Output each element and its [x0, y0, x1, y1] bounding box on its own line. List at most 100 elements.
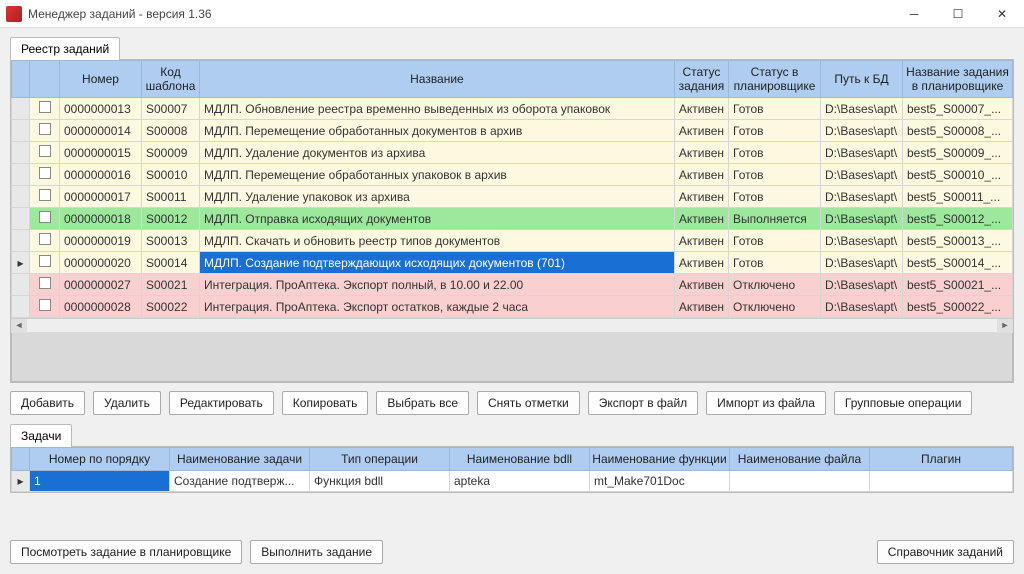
row-checkbox[interactable]: [39, 277, 51, 289]
table-row[interactable]: 0000000017S00011МДЛП. Удаление упаковок …: [12, 186, 1013, 208]
cell[interactable]: Выполняется: [729, 208, 821, 230]
copy-button[interactable]: Копировать: [282, 391, 369, 415]
cell[interactable]: best5_S00009_...: [903, 142, 1013, 164]
row-checkbox[interactable]: [39, 123, 51, 135]
cell[interactable]: D:\Bases\apt\: [821, 164, 903, 186]
cell[interactable]: S00008: [142, 120, 200, 142]
cell[interactable]: apteka: [450, 471, 590, 492]
cell[interactable]: S00021: [142, 274, 200, 296]
edit-button[interactable]: Редактировать: [169, 391, 274, 415]
table-row[interactable]: 0000000027S00021Интеграция. ПроАптека. Э…: [12, 274, 1013, 296]
cell[interactable]: 0000000027: [60, 274, 142, 296]
tasks-grid[interactable]: Номер по порядкуНаименование задачиТип о…: [11, 447, 1013, 492]
cell[interactable]: Отключено: [729, 296, 821, 318]
cell[interactable]: 0000000014: [60, 120, 142, 142]
clear-marks-button[interactable]: Снять отметки: [477, 391, 580, 415]
cell[interactable]: S00010: [142, 164, 200, 186]
cell[interactable]: Готов: [729, 142, 821, 164]
cell[interactable]: D:\Bases\apt\: [821, 142, 903, 164]
row-checkbox[interactable]: [39, 167, 51, 179]
group-ops-button[interactable]: Групповые операции: [834, 391, 973, 415]
registry-col-header[interactable]: [30, 61, 60, 98]
cell[interactable]: Функция bdll: [310, 471, 450, 492]
row-checkbox[interactable]: [39, 233, 51, 245]
table-row[interactable]: 0000000016S00010МДЛП. Перемещение обрабо…: [12, 164, 1013, 186]
cell[interactable]: Активен: [674, 252, 728, 274]
registry-col-header[interactable]: Статус в планировщике: [729, 61, 821, 98]
tab-registry[interactable]: Реестр заданий: [10, 37, 120, 60]
cell[interactable]: D:\Bases\apt\: [821, 120, 903, 142]
cell[interactable]: D:\Bases\apt\: [821, 296, 903, 318]
cell[interactable]: 0000000019: [60, 230, 142, 252]
cell[interactable]: S00012: [142, 208, 200, 230]
cell[interactable]: S00007: [142, 98, 200, 120]
cell[interactable]: best5_S00012_...: [903, 208, 1013, 230]
cell[interactable]: best5_S00021_...: [903, 274, 1013, 296]
row-checkbox[interactable]: [39, 145, 51, 157]
tasks-col-header[interactable]: Номер по порядку: [30, 448, 170, 471]
cell[interactable]: Готов: [729, 98, 821, 120]
table-row[interactable]: 0000000028S00022Интеграция. ПроАптека. Э…: [12, 296, 1013, 318]
cell[interactable]: best5_S00011_...: [903, 186, 1013, 208]
cell[interactable]: МДЛП. Обновление реестра временно выведе…: [200, 98, 675, 120]
select-all-button[interactable]: Выбрать все: [376, 391, 469, 415]
cell[interactable]: Готов: [729, 120, 821, 142]
cell[interactable]: 0000000015: [60, 142, 142, 164]
registry-col-header[interactable]: Номер: [60, 61, 142, 98]
cell[interactable]: S00009: [142, 142, 200, 164]
cell[interactable]: Готов: [729, 164, 821, 186]
table-row[interactable]: ▸0000000020S00014МДЛП. Создание подтверж…: [12, 252, 1013, 274]
registry-col-header[interactable]: Статус задания: [674, 61, 728, 98]
cell[interactable]: 1: [30, 471, 170, 492]
row-checkbox[interactable]: [39, 189, 51, 201]
cell[interactable]: best5_S00013_...: [903, 230, 1013, 252]
cell[interactable]: МДЛП. Удаление документов из архива: [200, 142, 675, 164]
import-file-button[interactable]: Импорт из файла: [706, 391, 826, 415]
cell[interactable]: S00011: [142, 186, 200, 208]
cell[interactable]: S00022: [142, 296, 200, 318]
cell[interactable]: Готов: [729, 186, 821, 208]
add-button[interactable]: Добавить: [10, 391, 85, 415]
cell[interactable]: Отключено: [729, 274, 821, 296]
cell[interactable]: best5_S00010_...: [903, 164, 1013, 186]
row-checkbox[interactable]: [39, 211, 51, 223]
cell[interactable]: МДЛП. Создание подтверждающих исходящих …: [200, 252, 675, 274]
cell[interactable]: best5_S00008_...: [903, 120, 1013, 142]
tasks-col-header[interactable]: Наименование задачи: [170, 448, 310, 471]
maximize-button[interactable]: ☐: [936, 0, 980, 28]
cell[interactable]: Создание подтверж...: [170, 471, 310, 492]
export-file-button[interactable]: Экспорт в файл: [588, 391, 698, 415]
scroll-right-icon[interactable]: ►: [997, 319, 1013, 333]
row-checkbox[interactable]: [39, 255, 51, 267]
close-button[interactable]: ✕: [980, 0, 1024, 28]
cell[interactable]: 0000000013: [60, 98, 142, 120]
cell[interactable]: Интеграция. ПроАптека. Экспорт остатков,…: [200, 296, 675, 318]
task-reference-button[interactable]: Справочник заданий: [877, 540, 1014, 564]
cell[interactable]: [870, 471, 1013, 492]
tab-tasks[interactable]: Задачи: [10, 424, 72, 447]
cell[interactable]: S00014: [142, 252, 200, 274]
table-row[interactable]: 0000000015S00009МДЛП. Удаление документо…: [12, 142, 1013, 164]
table-row[interactable]: 0000000013S00007МДЛП. Обновление реестра…: [12, 98, 1013, 120]
cell[interactable]: МДЛП. Перемещение обработанных упаковок …: [200, 164, 675, 186]
horizontal-scrollbar[interactable]: ◄ ►: [11, 318, 1013, 332]
cell[interactable]: Активен: [674, 142, 728, 164]
cell[interactable]: Активен: [674, 296, 728, 318]
view-in-scheduler-button[interactable]: Посмотреть задание в планировщике: [10, 540, 242, 564]
cell[interactable]: 0000000020: [60, 252, 142, 274]
cell[interactable]: Активен: [674, 230, 728, 252]
cell[interactable]: МДЛП. Перемещение обработанных документо…: [200, 120, 675, 142]
run-task-button[interactable]: Выполнить задание: [250, 540, 383, 564]
cell[interactable]: 0000000017: [60, 186, 142, 208]
cell[interactable]: Активен: [674, 98, 728, 120]
delete-button[interactable]: Удалить: [93, 391, 161, 415]
registry-grid[interactable]: НомерКод шаблонаНазваниеСтатус заданияСт…: [11, 60, 1013, 318]
tasks-col-header[interactable]: Наименование файла: [730, 448, 870, 471]
cell[interactable]: МДЛП. Отправка исходящих документов: [200, 208, 675, 230]
registry-col-header[interactable]: [12, 61, 30, 98]
cell[interactable]: 0000000028: [60, 296, 142, 318]
row-checkbox[interactable]: [39, 101, 51, 113]
table-row[interactable]: ▸1Создание подтверж...Функция bdllapteka…: [12, 471, 1013, 492]
cell[interactable]: D:\Bases\apt\: [821, 186, 903, 208]
cell[interactable]: Активен: [674, 120, 728, 142]
